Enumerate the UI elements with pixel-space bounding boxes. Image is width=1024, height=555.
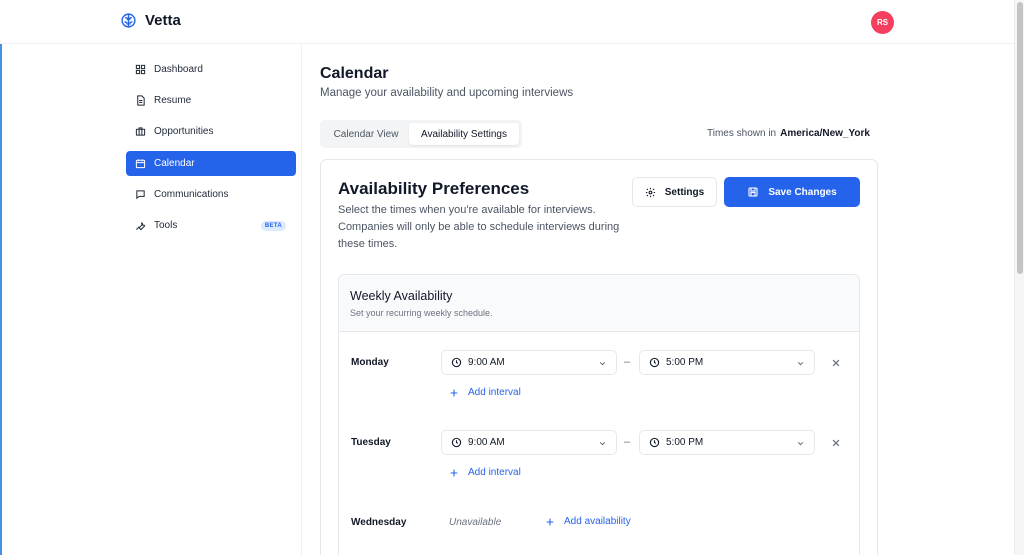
availability-card: Availability Preferences Select the time… — [320, 159, 878, 555]
sidebar-item-label: Tools — [154, 220, 178, 231]
availability-description: Select the times when you're available f… — [338, 204, 620, 250]
plus-icon — [450, 389, 458, 396]
clock-icon — [451, 357, 462, 368]
clock-icon — [649, 437, 660, 448]
timezone-label: Times shown in — [707, 128, 777, 139]
day-label-wednesday: Wednesday — [351, 517, 407, 528]
wrench-icon — [136, 221, 146, 231]
sidebar-item-opportunities[interactable]: Opportunities — [126, 119, 296, 144]
remove-interval-icon[interactable] — [829, 436, 843, 450]
add-interval-label: Add interval — [468, 387, 521, 398]
page-title: Calendar — [320, 65, 389, 82]
sidebar-item-label: Communications — [154, 189, 229, 200]
tuesday-end-select[interactable]: 5:00 PM — [639, 430, 815, 455]
wednesday-add-availability-button[interactable]: Add availability — [545, 516, 631, 527]
add-interval-label: Add interval — [468, 467, 521, 478]
view-tabs: Calendar View Availability Settings — [320, 120, 522, 148]
timezone-display: Times shown in America/New_York — [707, 128, 870, 139]
tuesday-start-select[interactable]: 9:00 AM — [441, 430, 617, 455]
settings-button[interactable]: Settings — [632, 177, 717, 207]
save-button-label: Save Changes — [768, 186, 837, 198]
day-label-tuesday: Tuesday — [351, 437, 391, 448]
tab-availability-settings[interactable]: Availability Settings — [409, 123, 519, 145]
clock-icon — [649, 357, 660, 368]
sidebar-item-label: Resume — [154, 95, 192, 106]
select-value: 9:00 AM — [468, 437, 505, 448]
brand-name: Vetta — [145, 12, 181, 29]
select-value: 9:00 AM — [468, 357, 505, 368]
brand[interactable]: Vetta — [120, 12, 181, 29]
select-value: 5:00 PM — [666, 357, 704, 368]
add-availability-label: Add availability — [564, 516, 631, 527]
tuesday-add-interval-button[interactable]: Add interval — [449, 467, 521, 478]
sidebar: Dashboard Resume Opportunities Calendar … — [0, 45, 302, 555]
save-icon — [748, 187, 758, 197]
timezone-value: America/New_York — [780, 128, 870, 139]
document-icon — [137, 95, 145, 106]
brain-logo-icon — [121, 13, 136, 28]
chevron-down-icon — [599, 442, 606, 446]
sidebar-item-label: Dashboard — [154, 64, 203, 75]
beta-badge: BETA — [260, 221, 286, 231]
sidebar-item-calendar[interactable]: Calendar — [126, 151, 296, 176]
monday-add-interval-button[interactable]: Add interval — [449, 387, 521, 398]
chevron-down-icon — [797, 442, 804, 446]
app-window: Vetta RS Dashboard Resume Opportunities … — [0, 0, 1024, 555]
sidebar-item-tools[interactable]: Tools BETA — [126, 213, 296, 238]
clock-icon — [451, 437, 462, 448]
sidebar-item-communications[interactable]: Communications — [126, 182, 296, 207]
page-scrollbar[interactable] — [1014, 0, 1024, 555]
select-value: 5:00 PM — [666, 437, 704, 448]
chat-icon — [136, 190, 145, 200]
page-subtitle: Manage your availability and upcoming in… — [320, 87, 574, 99]
range-separator: – — [624, 356, 631, 368]
range-separator: – — [624, 436, 631, 448]
main-content: Calendar Manage your availability and up… — [302, 45, 1014, 555]
sidebar-item-label: Opportunities — [154, 126, 214, 137]
save-changes-button[interactable]: Save Changes — [724, 177, 860, 207]
top-bar: Vetta RS — [0, 0, 1014, 44]
settings-button-label: Settings — [664, 186, 705, 198]
weekly-title: Weekly Availability — [350, 289, 453, 303]
remove-interval-icon[interactable] — [829, 356, 843, 370]
availability-title: Availability Preferences — [338, 179, 530, 198]
sidebar-item-resume[interactable]: Resume — [126, 88, 296, 113]
briefcase-icon — [135, 127, 146, 136]
weekly-subtitle: Set your recurring weekly schedule. — [350, 308, 493, 318]
plus-icon — [546, 518, 554, 525]
sidebar-item-dashboard[interactable]: Dashboard — [126, 57, 296, 82]
monday-end-select[interactable]: 5:00 PM — [639, 350, 815, 375]
scrollbar-thumb[interactable] — [1017, 2, 1023, 274]
unavailable-status: Unavailable — [449, 517, 502, 528]
gear-icon — [645, 187, 655, 197]
calendar-icon — [135, 159, 146, 169]
sidebar-item-label: Calendar — [154, 158, 195, 169]
chevron-down-icon — [599, 362, 606, 366]
plus-icon — [450, 469, 458, 476]
grid-icon — [135, 64, 146, 75]
weekly-header: Weekly Availability Set your recurring w… — [339, 275, 859, 332]
weekly-availability-section: Weekly Availability Set your recurring w… — [338, 274, 860, 555]
tab-calendar-view[interactable]: Calendar View — [323, 123, 409, 145]
chevron-down-icon — [797, 362, 804, 366]
monday-start-select[interactable]: 9:00 AM — [441, 350, 617, 375]
user-avatar[interactable]: RS — [871, 11, 894, 34]
day-label-monday: Monday — [351, 357, 389, 368]
